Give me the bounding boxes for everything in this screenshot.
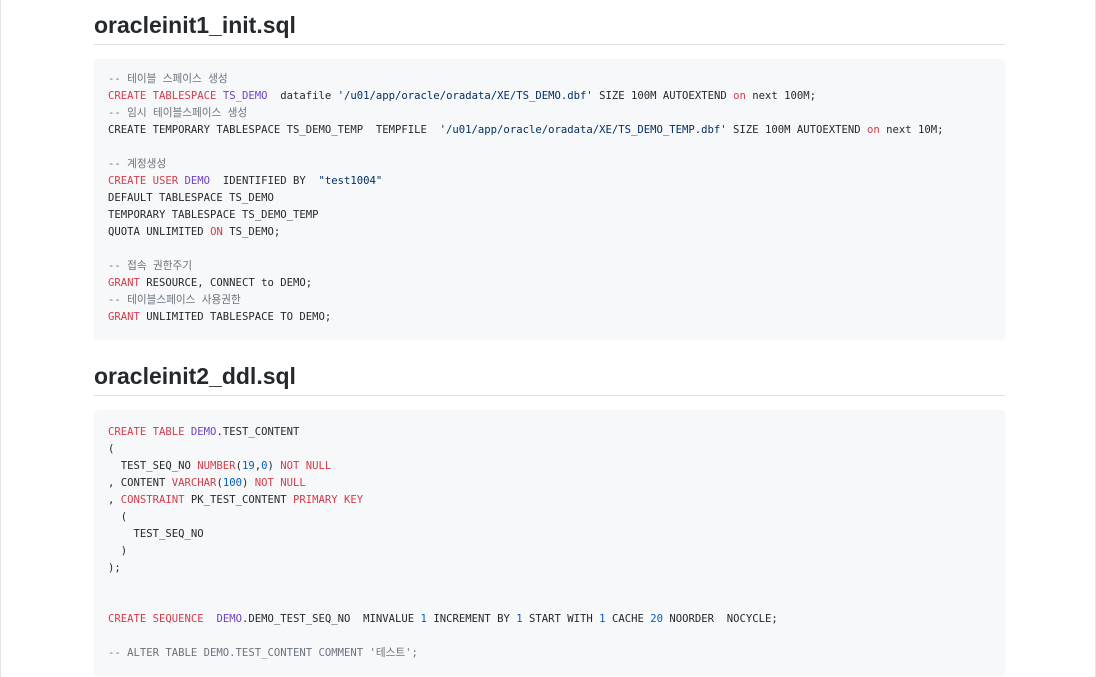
code-token: on (733, 90, 746, 102)
section-heading-ddl: oracleinit2_ddl.sql (94, 361, 1005, 396)
code-token: ( (108, 511, 128, 523)
code-line: -- 계정생성 (108, 156, 991, 173)
code-line: -- 접속 권한주기 (108, 258, 991, 275)
code-token: DEFAULT TABLESPACE TS_DEMO (108, 192, 274, 204)
code-token: NOT NULL (280, 460, 332, 472)
code-line: -- 테이블 스페이스 생성 (108, 71, 991, 88)
code-line: GRANT RESOURCE, CONNECT to DEMO; (108, 275, 991, 292)
code-line: CREATE TABLE DEMO.TEST_CONTENT (108, 424, 991, 441)
code-line: ) (108, 543, 991, 560)
code-token: CREATE SEQUENCE (108, 613, 217, 625)
code-token: -- 테이블스페이스 사용권한 (108, 294, 241, 306)
code-token: -- ALTER TABLE DEMO.TEST_CONTENT COMMENT… (108, 647, 418, 659)
code-token: on (867, 124, 880, 136)
code-line: -- 임시 테이블스페이스 생성 (108, 105, 991, 122)
code-token: VARCHAR (171, 477, 217, 489)
code-line: -- ALTER TABLE DEMO.TEST_CONTENT COMMENT… (108, 645, 991, 662)
code-token: NUMBER (197, 460, 236, 472)
code-line: CREATE USER DEMO IDENTIFIED BY "test1004… (108, 173, 991, 190)
code-token: -- 임시 테이블스페이스 생성 (108, 107, 248, 119)
code-token: .TEST_CONTENT (216, 426, 300, 438)
code-token: TS_DEMO (222, 90, 268, 102)
code-token: RESOURCE, CONNECT to DEMO; (139, 277, 313, 289)
code-token: IDENTIFIED BY (210, 175, 319, 187)
code-token: ); (108, 562, 121, 574)
code-token: DEMO (184, 175, 211, 187)
code-line: , CONTENT VARCHAR(100) NOT NULL (108, 475, 991, 492)
markdown-content: oracleinit1_init.sql -- 테이블 스페이스 생성 CREAT… (94, 0, 1005, 676)
code-token: CONSTRAINT (120, 494, 185, 506)
code-token: ) (241, 477, 255, 489)
code-block-ddl[interactable]: CREATE TABLE DEMO.TEST_CONTENT( TEST_SEQ… (94, 410, 1005, 676)
code-token: SIZE 100M AUTOEXTEND (726, 124, 867, 136)
code-token: next 100M; (745, 90, 817, 102)
section-heading-init: oracleinit1_init.sql (94, 10, 1005, 45)
code-token: '/u01/app/oracle/oradata/XE/TS_DEMO_TEMP… (439, 124, 727, 136)
code-line: ( (108, 441, 991, 458)
code-line: DEFAULT TABLESPACE TS_DEMO (108, 190, 991, 207)
code-token: INCREMENT BY (426, 613, 517, 625)
code-token: ) (108, 545, 128, 557)
code-line: , CONSTRAINT PK_TEST_CONTENT PRIMARY KEY (108, 492, 991, 509)
code-token: CREATE USER (108, 175, 185, 187)
code-line: CREATE TEMPORARY TABLESPACE TS_DEMO_TEMP… (108, 122, 991, 139)
code-line: TEMPORARY TABLESPACE TS_DEMO_TEMP (108, 207, 991, 224)
code-token: -- 테이블 스페이스 생성 (108, 73, 228, 85)
code-token: CREATE TEMPORARY TABLESPACE TS_DEMO_TEMP… (108, 124, 440, 136)
code-token: CREATE TABLESPACE (108, 90, 223, 102)
code-token: NOT NULL (254, 477, 306, 489)
code-token: "test1004" (318, 175, 383, 187)
code-line: ); (108, 560, 991, 577)
code-line: TEST_SEQ_NO NUMBER(19,0) NOT NULL (108, 458, 991, 475)
page: oracleinit1_init.sql -- 테이블 스페이스 생성 CREAT… (0, 0, 1096, 677)
code-token: TEST_SEQ_NO (108, 528, 204, 540)
code-token: GRANT (108, 311, 140, 323)
code-line: -- 테이블스페이스 사용권한 (108, 292, 991, 309)
code-token: DEMO (216, 613, 242, 625)
code-line: CREATE SEQUENCE DEMO.DEMO_TEST_SEQ_NO MI… (108, 611, 991, 628)
code-token: ON (210, 226, 223, 238)
code-token: CACHE (605, 613, 651, 625)
code-token: CREATE TABLE (108, 426, 191, 438)
code-token: NOORDER NOCYCLE; (662, 613, 778, 625)
code-token: TS_DEMO; (222, 226, 281, 238)
code-token: ( (108, 443, 115, 455)
code-init: -- 테이블 스페이스 생성 CREATE TABLESPACE TS_DEMO … (108, 71, 991, 326)
code-token: QUOTA UNLIMITED (108, 226, 211, 238)
code-token: -- 계정생성 (108, 158, 167, 170)
code-token: datafile (267, 90, 338, 102)
code-token: next 10M; (879, 124, 944, 136)
code-token: SIZE 100M AUTOEXTEND (592, 90, 734, 102)
code-token: TEMPORARY TABLESPACE TS_DEMO_TEMP (108, 209, 319, 221)
code-token: , CONTENT (108, 477, 172, 489)
code-token: START WITH (522, 613, 600, 625)
code-token: .DEMO_TEST_SEQ_NO MINVALUE (241, 613, 421, 625)
code-ddl: CREATE TABLE DEMO.TEST_CONTENT( TEST_SEQ… (108, 424, 991, 662)
code-token: -- 접속 권한주기 (108, 260, 192, 272)
code-token: PRIMARY KEY (292, 494, 364, 506)
code-token: DEMO (190, 426, 217, 438)
code-token: 20 (650, 613, 663, 625)
code-line: CREATE TABLESPACE TS_DEMO datafile '/u01… (108, 88, 991, 105)
code-line: ( (108, 509, 991, 526)
code-line: QUOTA UNLIMITED ON TS_DEMO; (108, 224, 991, 241)
code-token: GRANT (108, 277, 140, 289)
code-token: TEST_SEQ_NO (108, 460, 198, 472)
code-block-init[interactable]: -- 테이블 스페이스 생성 CREATE TABLESPACE TS_DEMO … (94, 59, 1005, 340)
code-token: , (108, 494, 121, 506)
code-line: GRANT UNLIMITED TABLESPACE TO DEMO; (108, 309, 991, 326)
code-token: ) (267, 460, 281, 472)
code-token: UNLIMITED TABLESPACE TO DEMO; (139, 311, 332, 323)
code-token: PK_TEST_CONTENT (184, 494, 293, 506)
code-token: 100 (222, 477, 242, 489)
code-token: 19 (241, 460, 255, 472)
code-line: TEST_SEQ_NO (108, 526, 991, 543)
code-token: '/u01/app/oracle/oradata/XE/TS_DEMO.dbf' (337, 90, 593, 102)
